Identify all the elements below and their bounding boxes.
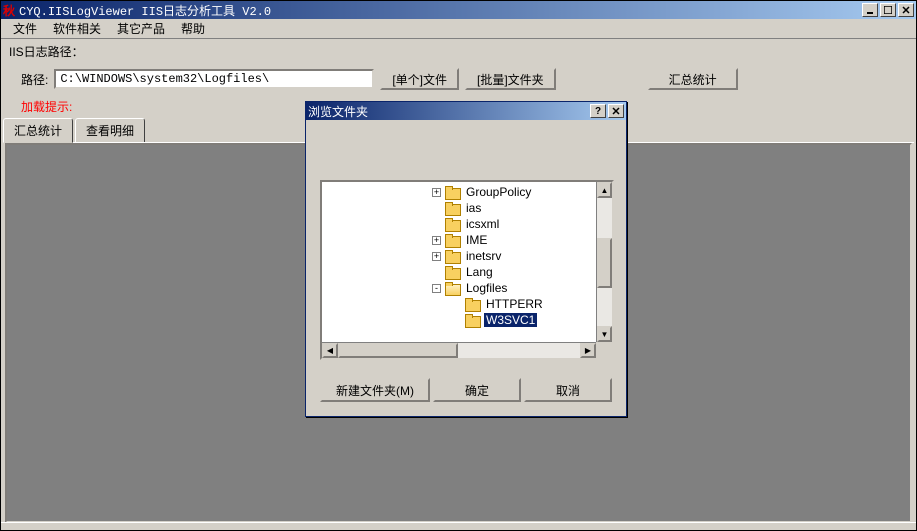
expand-icon[interactable]: + xyxy=(432,252,441,261)
scroll-thumb-h[interactable] xyxy=(338,343,458,358)
tree-item-label: HTTPERR xyxy=(484,297,545,311)
tree-item-label: IME xyxy=(464,233,489,247)
horizontal-scrollbar[interactable]: ◀ ▶ xyxy=(322,342,596,358)
collapse-icon[interactable]: - xyxy=(432,284,441,293)
minimize-button[interactable] xyxy=(862,3,878,17)
scroll-down-button[interactable]: ▼ xyxy=(597,326,612,342)
tree-item[interactable]: HTTPERR xyxy=(322,296,596,312)
dialog-buttons: 新建文件夹(M) 确定 取消 xyxy=(320,378,612,402)
scroll-right-button[interactable]: ▶ xyxy=(580,343,596,358)
folder-tree-inner: + GroupPolicy ias icsxml + IME + inetsrv Lang - Lo… xyxy=(322,182,596,342)
tree-item[interactable]: ias xyxy=(322,200,596,216)
app-icon: 秋 xyxy=(3,2,15,19)
tab-summary[interactable]: 汇总统计 xyxy=(3,118,73,143)
tree-item[interactable]: + IME xyxy=(322,232,596,248)
menu-help[interactable]: 帮助 xyxy=(173,18,213,39)
dialog-close-button[interactable] xyxy=(608,104,624,118)
tree-item-label: inetsrv xyxy=(464,249,503,263)
scroll-thumb-v[interactable] xyxy=(597,238,612,288)
tree-item-label: GroupPolicy xyxy=(464,185,533,199)
tab-detail[interactable]: 查看明细 xyxy=(75,118,145,143)
new-folder-button[interactable]: 新建文件夹(M) xyxy=(320,378,430,402)
window-buttons xyxy=(862,3,914,17)
expander-blank xyxy=(432,204,441,213)
folder-icon xyxy=(445,282,460,294)
folder-icon xyxy=(465,298,480,310)
expand-icon[interactable]: + xyxy=(432,188,441,197)
path-row: 路径: [单个]文件 [批量]文件夹 汇总统计 xyxy=(1,62,916,96)
expander-blank xyxy=(432,220,441,229)
dialog-body: + GroupPolicy ias icsxml + IME + inetsrv Lang - Lo… xyxy=(306,120,626,416)
tree-item-label: icsxml xyxy=(464,217,501,231)
ok-button[interactable]: 确定 xyxy=(433,378,521,402)
scroll-track-v[interactable] xyxy=(597,198,612,326)
folder-icon xyxy=(445,266,460,278)
menu-other-products[interactable]: 其它产品 xyxy=(109,18,173,39)
scroll-corner xyxy=(596,342,612,358)
scroll-track-h[interactable] xyxy=(338,343,580,358)
vertical-scrollbar[interactable]: ▲ ▼ xyxy=(596,182,612,342)
menu-file[interactable]: 文件 xyxy=(5,18,45,39)
tree-item[interactable]: + inetsrv xyxy=(322,248,596,264)
path-input[interactable] xyxy=(54,69,374,89)
close-button[interactable] xyxy=(898,3,914,17)
window-title: CYQ.IISLogViewer IIS日志分析工具 V2.0 xyxy=(19,2,862,19)
folder-icon xyxy=(445,218,460,230)
path-label: 路径: xyxy=(21,71,48,88)
menu-software[interactable]: 软件相关 xyxy=(45,18,109,39)
dialog-title: 浏览文件夹 xyxy=(308,103,590,120)
tree-item-label: Lang xyxy=(464,265,495,279)
tree-item[interactable]: - Logfiles xyxy=(322,280,596,296)
batch-folder-button[interactable]: [批量]文件夹 xyxy=(465,68,556,90)
dialog-help-button[interactable]: ? xyxy=(590,104,606,118)
folder-icon xyxy=(445,234,460,246)
folder-icon xyxy=(445,186,460,198)
statusbar xyxy=(1,522,916,530)
expander-blank xyxy=(432,268,441,277)
menubar: 文件 软件相关 其它产品 帮助 xyxy=(1,19,916,39)
browse-folder-dialog: 浏览文件夹 ? + GroupPolicy ias icsxml + IME + inetsr… xyxy=(305,101,627,417)
expand-icon[interactable]: + xyxy=(432,236,441,245)
expander-blank xyxy=(452,300,461,309)
tree-item[interactable]: icsxml xyxy=(322,216,596,232)
tree-item[interactable]: W3SVC1 xyxy=(322,312,596,328)
expander-blank xyxy=(452,316,461,325)
folder-icon xyxy=(445,202,460,214)
folder-icon xyxy=(445,250,460,262)
maximize-button[interactable] xyxy=(880,3,896,17)
section-label: IIS日志路径： xyxy=(1,39,916,62)
tree-item[interactable]: + GroupPolicy xyxy=(322,184,596,200)
tree-item[interactable]: Lang xyxy=(322,264,596,280)
scroll-left-button[interactable]: ◀ xyxy=(322,343,338,358)
tree-item-label: Logfiles xyxy=(464,281,509,295)
summary-button[interactable]: 汇总统计 xyxy=(648,68,738,90)
cancel-button[interactable]: 取消 xyxy=(524,378,612,402)
tree-item-label: W3SVC1 xyxy=(484,313,537,327)
folder-tree[interactable]: + GroupPolicy ias icsxml + IME + inetsrv Lang - Lo… xyxy=(320,180,614,360)
tree-item-label: ias xyxy=(464,201,483,215)
scroll-up-button[interactable]: ▲ xyxy=(597,182,612,198)
titlebar: 秋 CYQ.IISLogViewer IIS日志分析工具 V2.0 xyxy=(1,1,916,19)
dialog-titlebar: 浏览文件夹 ? xyxy=(306,102,626,120)
folder-icon xyxy=(465,314,480,326)
single-file-button[interactable]: [单个]文件 xyxy=(380,68,459,90)
